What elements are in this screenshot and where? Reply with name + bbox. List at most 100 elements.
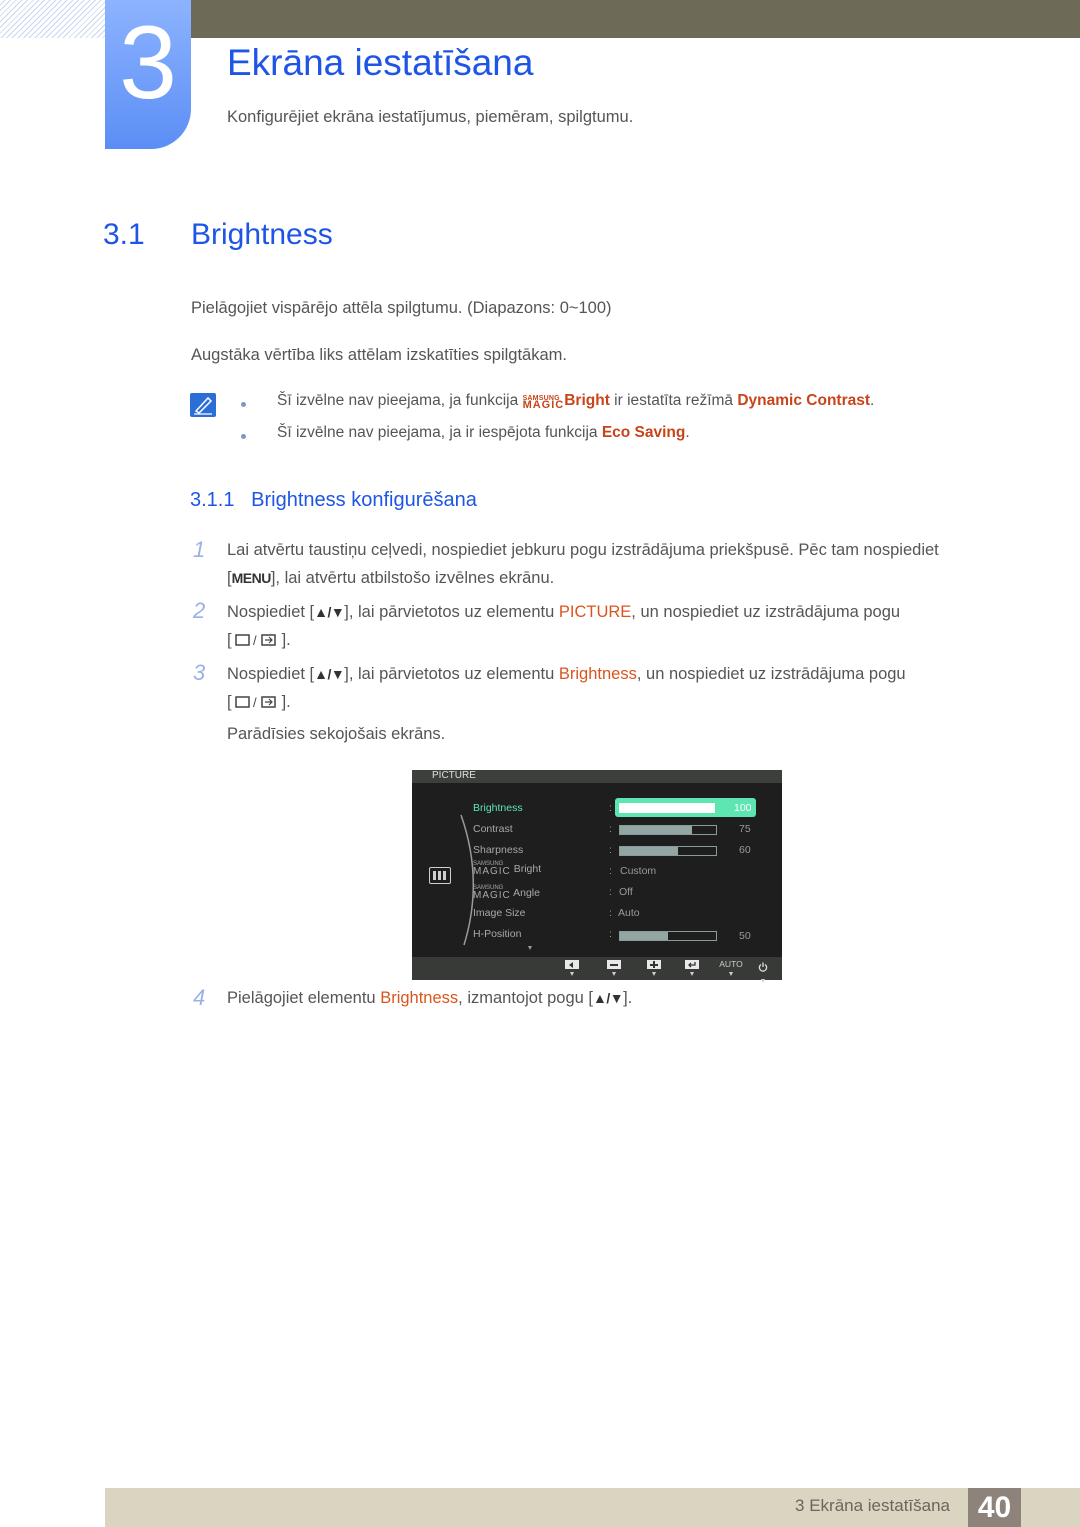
magic-big-text: MAGIC: [522, 399, 565, 411]
picture-menu-icon: [429, 867, 451, 884]
osd-brightness-bar[interactable]: [619, 803, 715, 813]
header-hatch-decoration: [0, 0, 105, 38]
brightness-term: Brightness: [380, 989, 459, 1007]
up-down-keys-icon: ▲/▼: [592, 990, 624, 1006]
picture-term: PICTURE: [558, 603, 632, 621]
osd-magic-angle-label: Angle: [513, 887, 540, 899]
osd-sharpness-value: 60: [739, 844, 751, 856]
step-number: 1: [193, 537, 206, 562]
step-text-part: , un nospiediet uz izstrādājuma pogu: [631, 603, 901, 621]
source-enter-key-icon: /: [232, 631, 282, 649]
osd-h-position-bar[interactable]: [619, 931, 717, 941]
osd-picture-menu: PICTURE Brightness : 100 Contrast : 75 S…: [412, 770, 782, 983]
osd-item-magic-bright[interactable]: SAMSUNG MAGIC Bright: [473, 860, 542, 877]
osd-item-image-size[interactable]: Image Size: [473, 907, 526, 919]
step-text-tail: ], lai atvērtu atbilstošo izvēlnes ekrān…: [270, 569, 555, 587]
osd-bar-fill: [620, 847, 678, 855]
section-title: Brightness: [191, 218, 333, 251]
osd-item-brightness[interactable]: Brightness: [473, 802, 523, 814]
down-triangle-icon: [689, 972, 694, 976]
osd-sharpness-bar[interactable]: [619, 846, 717, 856]
bullet-icon: [241, 434, 246, 439]
eco-saving-term: Eco Saving: [601, 424, 686, 441]
step-text: Nospiediet [▲/▼], lai pārvietotos uz ele…: [227, 665, 906, 684]
section-number: 3.1: [103, 218, 145, 251]
osd-colon: :: [609, 886, 612, 898]
note-text: Šī izvēlne nav pieejama, ja ir iespējota…: [277, 424, 602, 441]
osd-item-sharpness[interactable]: Sharpness: [473, 844, 523, 856]
osd-enter-button[interactable]: [685, 960, 699, 976]
header-bar: [190, 0, 1080, 38]
step-text-part: ], lai pārvietotos uz elementu: [344, 665, 559, 683]
note-pencil-icon: [190, 393, 216, 417]
chapter-subtitle: Konfigurējiet ekrāna iestatījumus, piemē…: [227, 108, 634, 126]
osd-item-contrast[interactable]: Contrast: [473, 823, 513, 835]
osd-scroll-down-icon[interactable]: [528, 946, 532, 950]
note-text: .: [685, 424, 690, 441]
osd-colon: :: [609, 907, 612, 919]
subsection-heading: 3.1.1 Brightness konfigurēšana: [190, 489, 477, 512]
step-number: 4: [193, 985, 206, 1010]
svg-text:/: /: [253, 695, 257, 709]
note-text: ir iestatīta režīmā: [609, 392, 738, 409]
step-text: [/].: [227, 631, 291, 649]
osd-colon: :: [609, 928, 612, 940]
source-enter-key-icon: /: [232, 693, 282, 711]
osd-colon: :: [609, 865, 612, 877]
step-text-part: , un nospiediet uz izstrādājuma pogu: [636, 665, 906, 683]
section-paragraph-2: Augstāka vērtība liks attēlam izskatītie…: [191, 346, 567, 364]
down-triangle-icon: [761, 979, 765, 983]
down-triangle-icon: [729, 972, 733, 976]
osd-item-magic-angle[interactable]: SAMSUNG MAGIC Angle: [473, 884, 540, 901]
step-number: 2: [193, 598, 206, 623]
brightness-term: Brightness: [558, 665, 637, 683]
osd-auto-label: AUTO: [719, 959, 743, 969]
step-text-part: ], lai pārvietotos uz elementu: [344, 603, 559, 621]
osd-contrast-value: 75: [739, 823, 751, 835]
note-item: Šī izvēlne nav pieejama, ja funkcija SAM…: [277, 392, 874, 411]
osd-colon: :: [609, 823, 612, 835]
osd-auto-button[interactable]: AUTO: [719, 959, 743, 976]
power-icon: [758, 962, 768, 972]
section-paragraph-1: Pielāgojiet vispārējo attēla spilgtumu. …: [191, 299, 612, 317]
down-triangle-icon: [611, 972, 616, 976]
subsection-title: Brightness konfigurēšana: [251, 489, 477, 511]
osd-h-position-value: 50: [739, 930, 751, 942]
osd-magic-bright-value: Custom: [620, 865, 657, 877]
osd-magic-angle-value: Off: [619, 886, 633, 898]
step-text: Nospiediet [▲/▼], lai pārvietotos uz ele…: [227, 603, 900, 622]
osd-brightness-value: 100: [734, 802, 752, 814]
osd-magic-big: MAGIC: [473, 890, 511, 901]
step-text: Pielāgojiet elementu Brightness, izmanto…: [227, 989, 632, 1008]
samsung-magic-logo: SAMSUNG MAGIC: [522, 395, 565, 411]
step-text-tail: ].: [281, 693, 291, 711]
osd-minus-button[interactable]: [607, 960, 621, 976]
step-text-part: , izmantojot pogu [: [458, 989, 593, 1007]
down-triangle-icon: [569, 972, 574, 976]
up-down-keys-icon: ▲/▼: [314, 666, 345, 682]
chapter-title: Ekrāna iestatīšana: [227, 42, 534, 83]
osd-magic-big: MAGIC: [473, 866, 511, 877]
step-result-text: Parādīsies sekojošais ekrāns.: [227, 725, 446, 743]
step-text-part: Nospiediet [: [227, 665, 315, 683]
footer-chapter-label: 3 Ekrāna iestatīšana: [795, 1496, 950, 1515]
osd-bar-fill: [620, 826, 692, 834]
osd-header: PICTURE: [412, 770, 782, 783]
note-item: Šī izvēlne nav pieejama, ja ir iespējota…: [277, 424, 690, 442]
osd-plus-button[interactable]: [647, 960, 661, 976]
osd-header-title: PICTURE: [432, 770, 476, 781]
osd-image-size-value: Auto: [618, 907, 640, 919]
step-text-part: Nospiediet [: [227, 603, 315, 621]
osd-contrast-bar[interactable]: [619, 825, 717, 835]
magic-bright-term: Bright: [564, 392, 610, 409]
note-text: Šī izvēlne nav pieejama, ja funkcija: [277, 392, 523, 409]
osd-left-button[interactable]: [565, 960, 579, 976]
step-text-tail: ].: [281, 631, 291, 649]
osd-colon: :: [609, 844, 612, 856]
page-number: 40: [968, 1488, 1021, 1527]
osd-item-h-position[interactable]: H-Position: [473, 928, 521, 940]
step-text: [MENU], lai atvērtu atbilstošo izvēlnes …: [227, 569, 555, 587]
osd-magic-bright-label: Bright: [513, 863, 542, 875]
osd-power-button[interactable]: [757, 959, 769, 983]
svg-text:/: /: [253, 633, 257, 647]
